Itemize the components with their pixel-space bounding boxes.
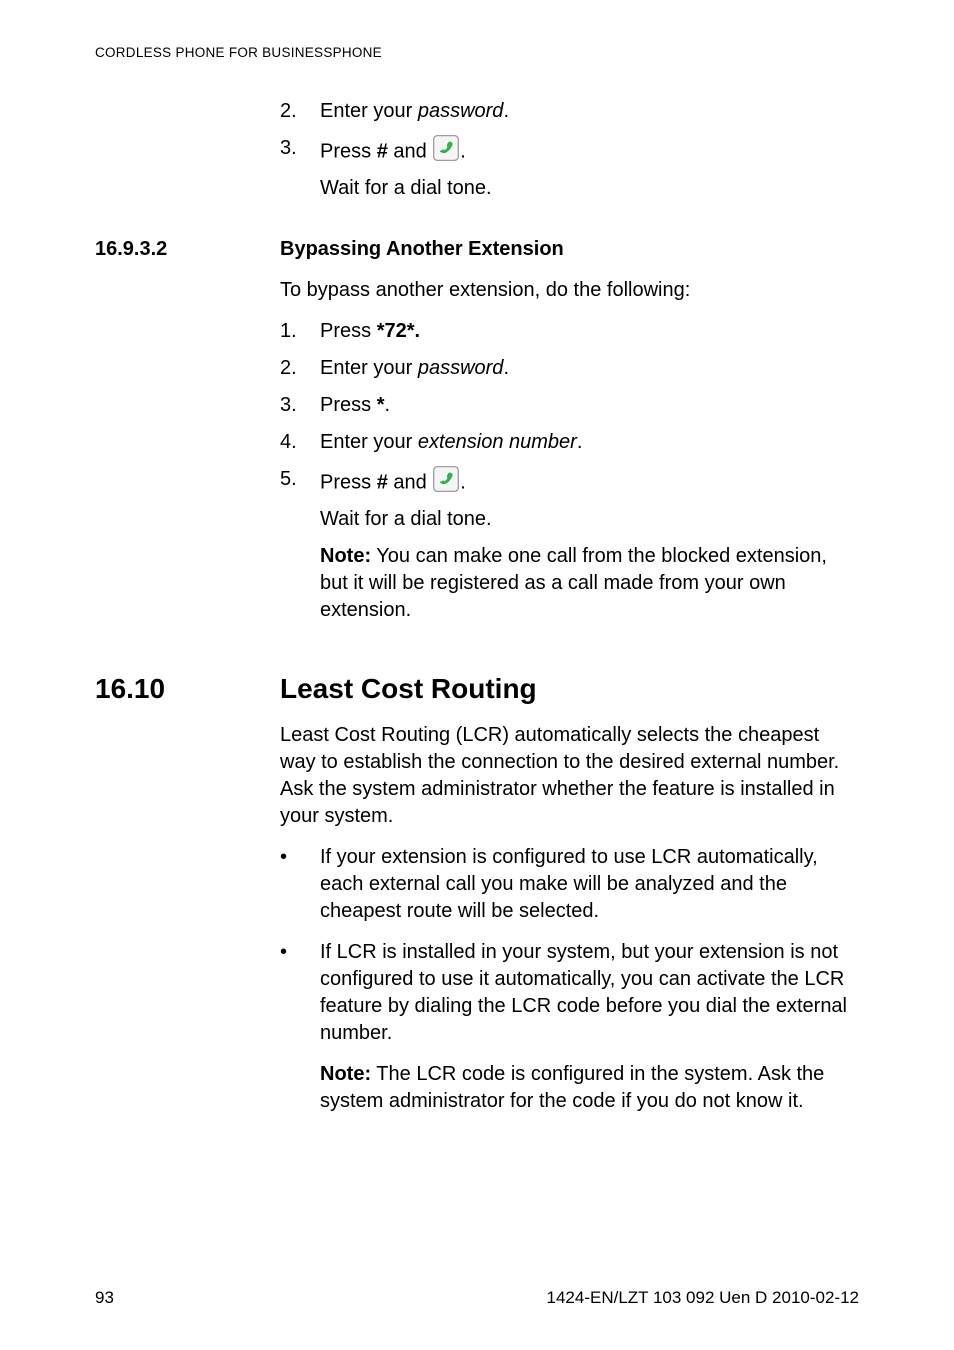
top-step-list: 2. Enter your password. 3. Press # and .… [280, 98, 859, 202]
step-number: 5. [280, 466, 320, 493]
step-body: Enter your extension number. [320, 429, 859, 456]
step-number: 1. [280, 318, 320, 345]
step-body: Press # and . Wait for a dial tone. [320, 135, 859, 202]
step-body: Press # and . Wait for a dial tone. [320, 466, 859, 533]
step-item: 3. Press # and . Wait for a dial tone. [280, 135, 859, 202]
note-text: You can make one call from the blocked e… [320, 545, 827, 621]
step-item: 4. Enter your extension number. [280, 429, 859, 456]
list-item: • If LCR is installed in your system, bu… [280, 939, 859, 1047]
note-text: The LCR code is configured in the system… [320, 1063, 824, 1112]
bullet-text: If LCR is installed in your system, but … [320, 939, 859, 1047]
doc-id: 1424-EN/LZT 103 092 Uen D 2010-02-12 [547, 1287, 860, 1310]
step-number: 2. [280, 98, 320, 125]
bullet-text: If your extension is configured to use L… [320, 844, 859, 925]
step-body: Enter your password. [320, 355, 859, 382]
phone-icon [433, 135, 459, 169]
step-item: 1. Press *72*. [280, 318, 859, 345]
list-item: • If your extension is configured to use… [280, 844, 859, 925]
step-item: 2. Enter your password. [280, 98, 859, 125]
section-intro: Least Cost Routing (LCR) automatically s… [280, 722, 859, 830]
running-header: CORDLESS PHONE FOR BUSINESSPHONE [95, 44, 859, 62]
step-number: 3. [280, 392, 320, 419]
note-block: Note: You can make one call from the blo… [320, 543, 859, 624]
step-item: 5. Press # and . Wait for a dial tone. [280, 466, 859, 533]
step-body: Press *. [320, 392, 859, 419]
page-number: 93 [95, 1287, 114, 1310]
page-footer: 93 1424-EN/LZT 103 092 Uen D 2010-02-12 [95, 1287, 859, 1310]
bullet-marker: • [280, 939, 320, 1047]
bullet-list: • If your extension is configured to use… [280, 844, 859, 1047]
section-title: Bypassing Another Extension [280, 236, 859, 263]
section-number: 16.9.3.2 [95, 236, 280, 263]
note-label: Note: [320, 1063, 371, 1085]
note-block: Note: The LCR code is configured in the … [320, 1061, 859, 1115]
step-sub: Wait for a dial tone. [320, 175, 859, 202]
phone-icon [433, 466, 459, 500]
section-title: Least Cost Routing [280, 670, 859, 708]
bypass-step-list: 1. Press *72*. 2. Enter your password. 3… [280, 318, 859, 533]
step-body: Enter your password. [320, 98, 859, 125]
step-number: 3. [280, 135, 320, 162]
note-label: Note: [320, 545, 371, 567]
step-body: Press *72*. [320, 318, 859, 345]
bullet-marker: • [280, 844, 320, 925]
step-number: 2. [280, 355, 320, 382]
step-item: 2. Enter your password. [280, 355, 859, 382]
step-number: 4. [280, 429, 320, 456]
running-header-text: CORDLESS PHONE FOR BUSINESSPHONE [95, 45, 382, 60]
section-number: 16.10 [95, 670, 280, 708]
section-intro: To bypass another extension, do the foll… [280, 277, 859, 304]
step-sub: Wait for a dial tone. [320, 506, 859, 533]
step-item: 3. Press *. [280, 392, 859, 419]
